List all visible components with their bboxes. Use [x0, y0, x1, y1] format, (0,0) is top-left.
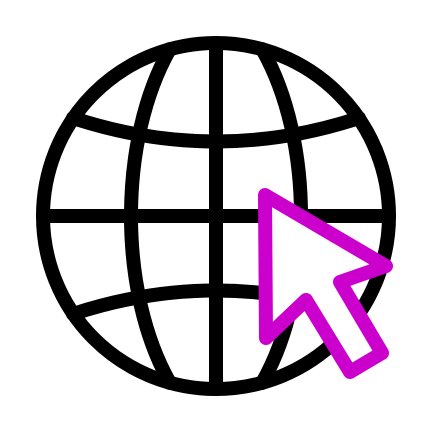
web-click-icon-canvas — [0, 0, 432, 432]
globe-cursor-icon — [36, 36, 396, 396]
